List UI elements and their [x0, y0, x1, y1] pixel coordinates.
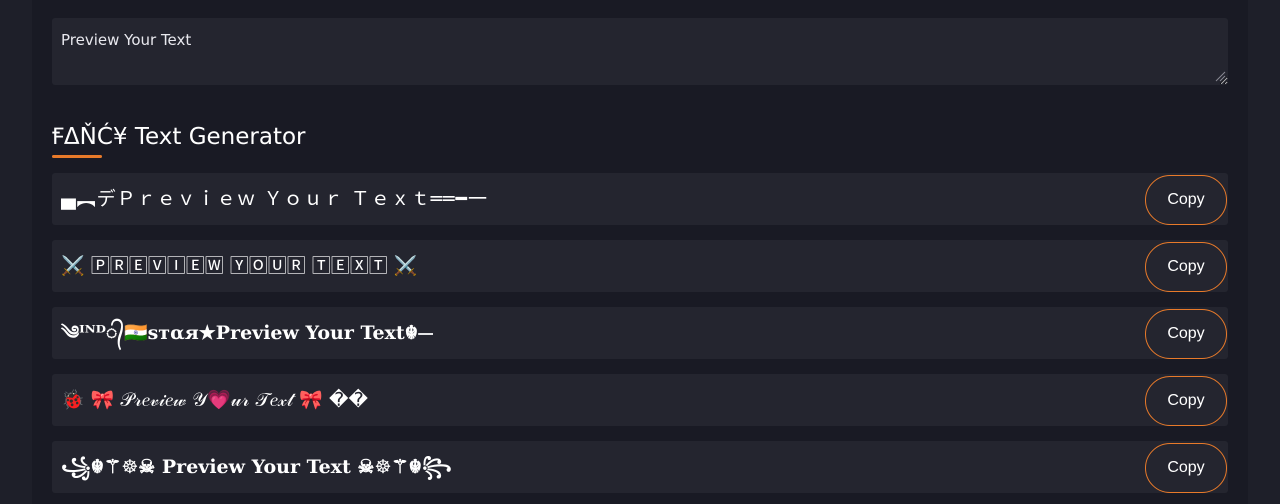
style-preview-text: ꧁☬⚚☸☠ Preview Your Text ☠☸⚚☬꧂ — [61, 456, 452, 478]
title-underline — [52, 155, 102, 158]
copy-button[interactable]: Copy — [1145, 242, 1227, 292]
style-row: ༄ᴵᴺᴰ᭄🇮🇳ѕтαя★Preview Your Text☬⏤ Copy — [52, 307, 1228, 359]
style-preview-text: ༄ᴵᴺᴰ᭄🇮🇳ѕтαя★Preview Your Text☬⏤ — [61, 322, 434, 344]
section-title: ꞘΔŇĆ¥ Text Generator — [52, 124, 306, 150]
copy-button[interactable]: Copy — [1145, 376, 1227, 426]
style-row: ▄︻デＰｒｅｖｉｅｗ Ｙｏｕｒ Ｔｅｘｔ══━一 Copy — [52, 173, 1228, 225]
style-row: ⚔️ 🄿🅁🄴🅅🄸🄴🅆 🅈🄾🅄🅁 🅃🄴🅇🅃 ⚔️ Copy — [52, 240, 1228, 292]
style-row: ꧁☬⚚☸☠ Preview Your Text ☠☸⚚☬꧂ Copy — [52, 441, 1228, 493]
copy-button[interactable]: Copy — [1145, 443, 1227, 493]
style-row: 🐞 🎀 𝒫𝓇𝑒𝓋𝒾𝑒𝓌 𝒴💗𝓊𝓇 𝒯𝑒𝓍𝓉 🎀 �� Copy — [52, 374, 1228, 426]
copy-button[interactable]: Copy — [1145, 309, 1227, 359]
preview-text-input[interactable]: Preview Your Text — [52, 18, 1228, 85]
resize-grip-icon[interactable] — [1215, 71, 1226, 82]
copy-button[interactable]: Copy — [1145, 175, 1227, 225]
style-preview-text: ▄︻デＰｒｅｖｉｅｗ Ｙｏｕｒ Ｔｅｘｔ══━一 — [61, 188, 489, 210]
style-preview-text: ⚔️ 🄿🅁🄴🅅🄸🄴🅆 🅈🄾🅄🅁 🅃🄴🅇🅃 ⚔️ — [61, 255, 418, 277]
style-preview-text: 🐞 🎀 𝒫𝓇𝑒𝓋𝒾𝑒𝓌 𝒴💗𝓊𝓇 𝒯𝑒𝓍𝓉 🎀 �� — [61, 389, 368, 411]
